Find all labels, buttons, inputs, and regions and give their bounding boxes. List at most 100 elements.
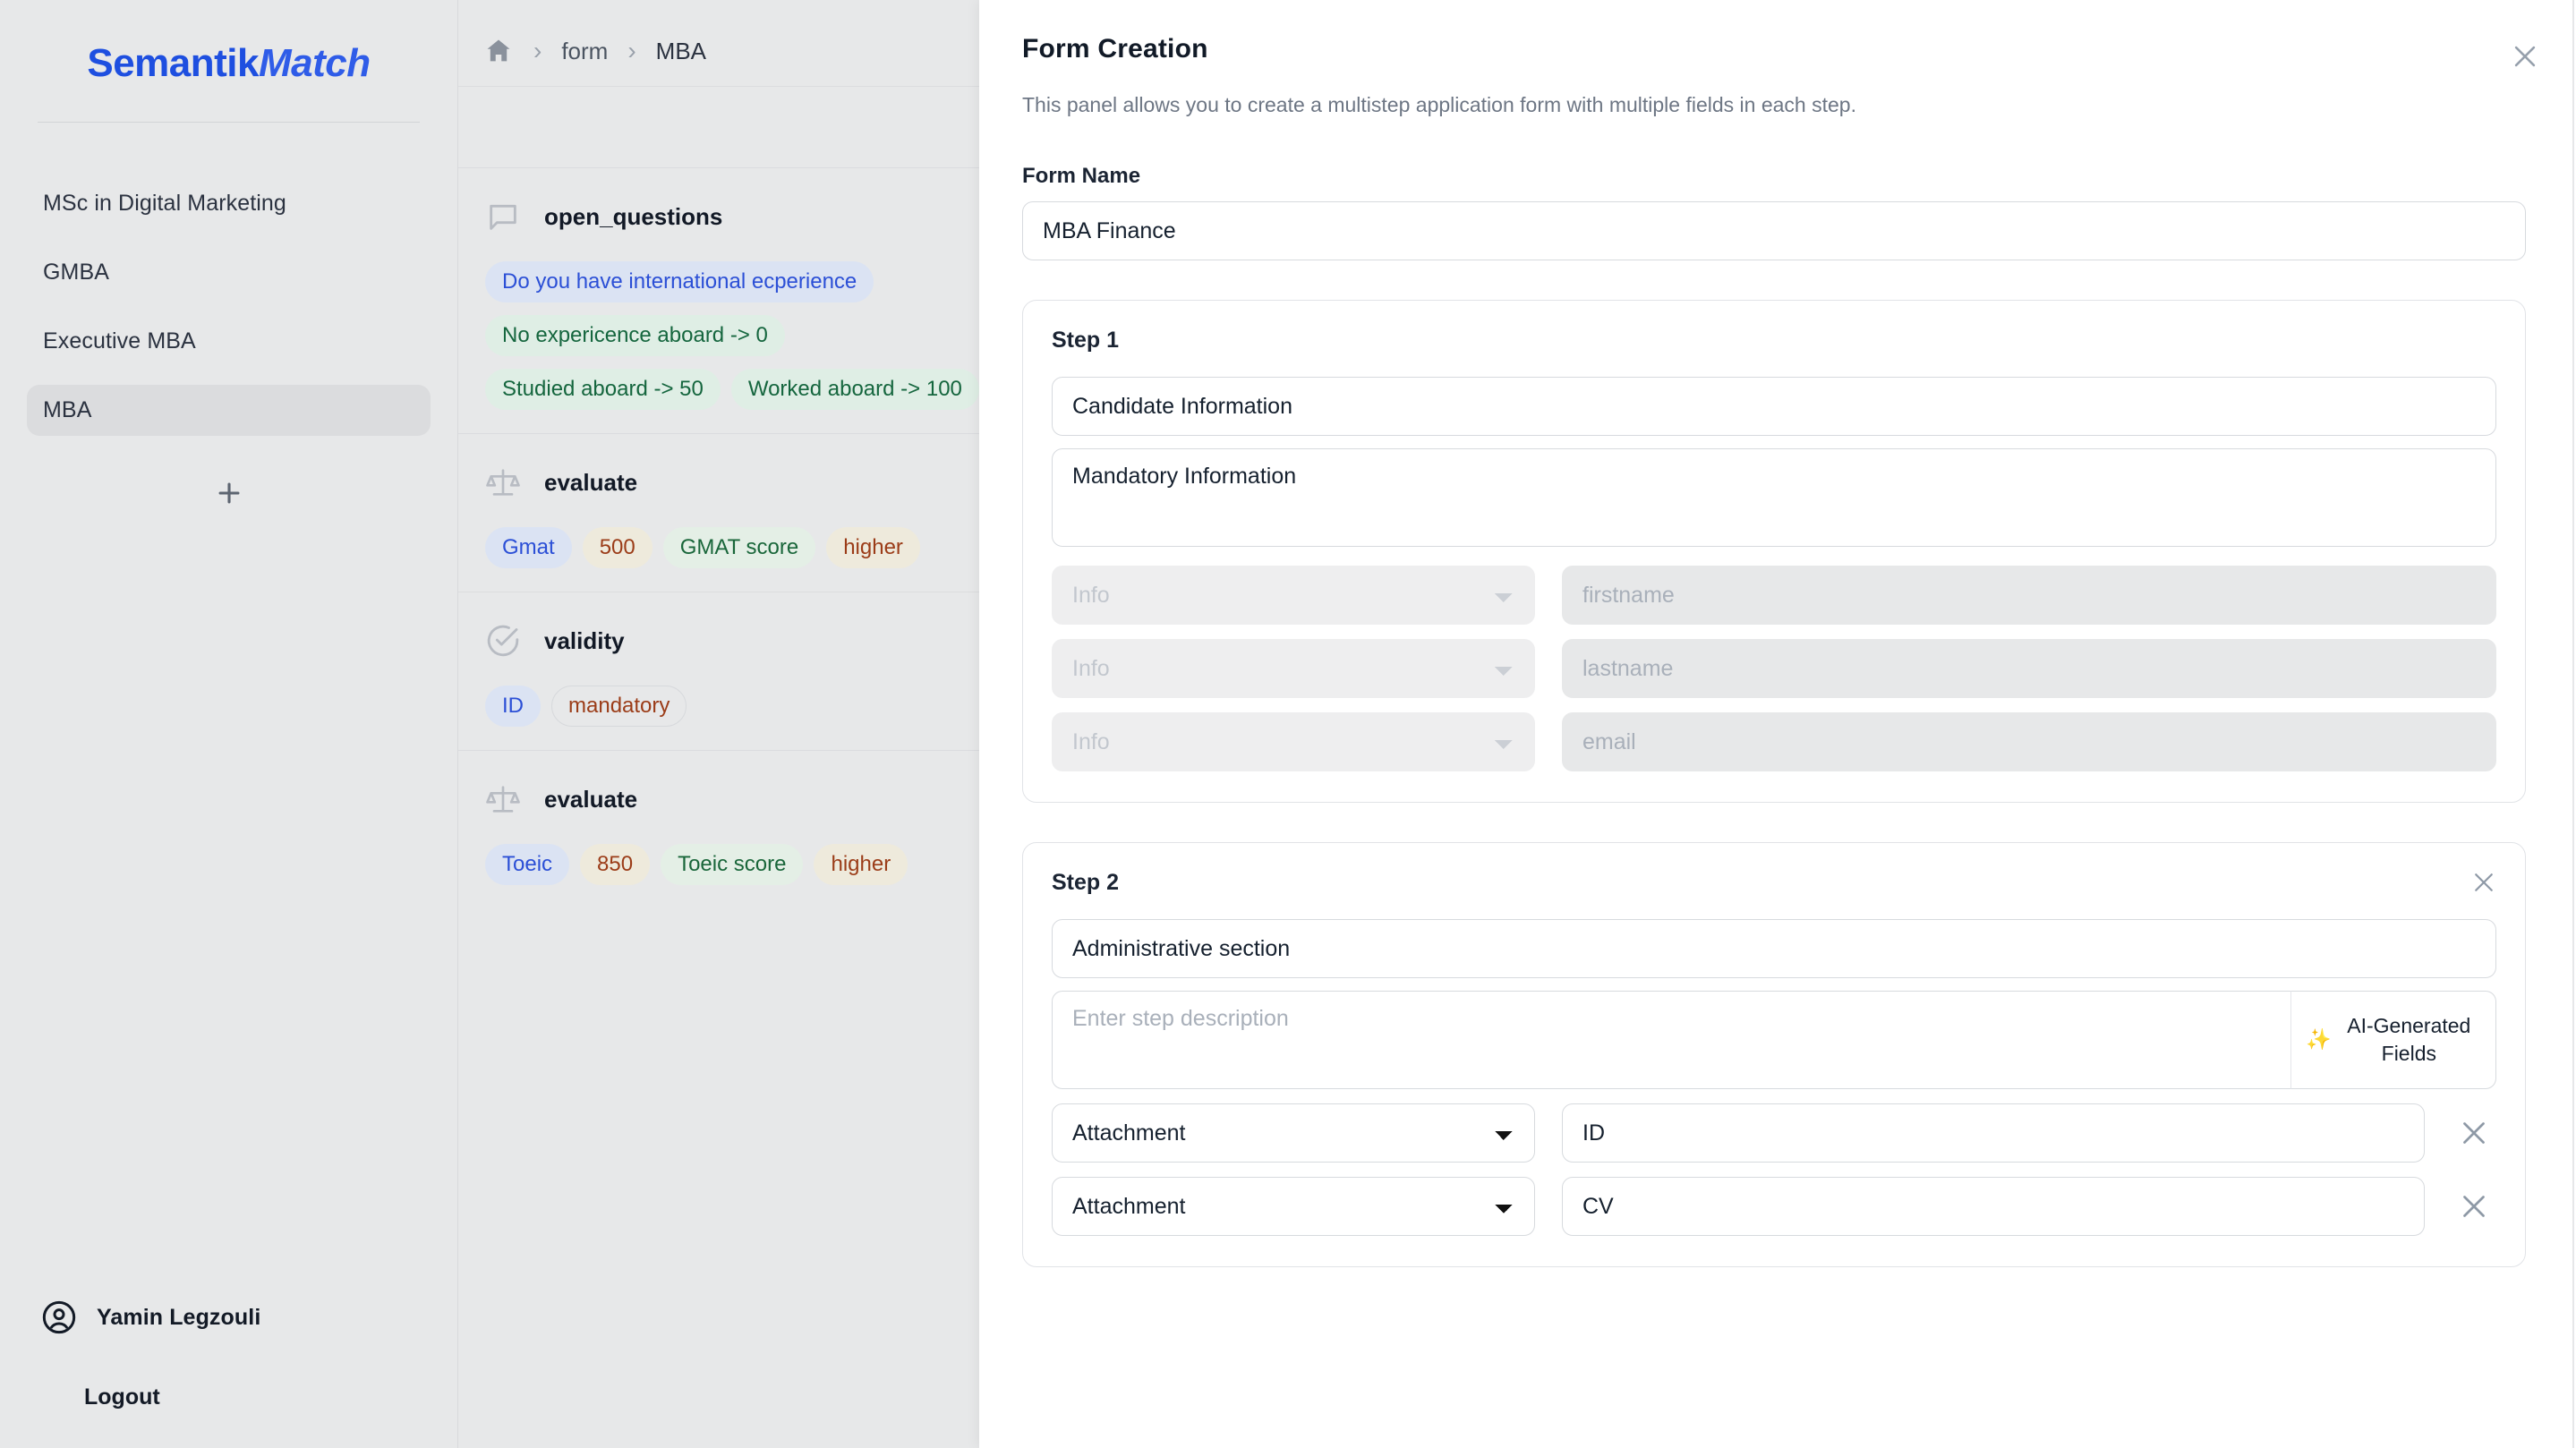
chip-direction[interactable]: higher <box>826 527 920 568</box>
field-row: Info <box>1052 566 2496 625</box>
scales-icon <box>485 781 521 817</box>
ai-generated-fields-button[interactable]: ✨ AI-Generated Fields <box>2290 991 2496 1089</box>
field-type-select: Info <box>1052 712 1535 771</box>
field-name-cell <box>1562 639 2496 698</box>
sidebar-item-msc-digital-marketing[interactable]: MSc in Digital Marketing <box>27 178 431 229</box>
panel-scrollbar[interactable] <box>2565 0 2574 1448</box>
chip-label[interactable]: Toeic score <box>661 844 804 885</box>
chip-value[interactable]: 500 <box>582 527 653 568</box>
field-remove-button[interactable] <box>2458 1117 2490 1149</box>
field-type-cell: Info <box>1052 566 1535 625</box>
panel-subtitle: This panel allows you to create a multis… <box>1022 93 1856 116</box>
field-type-cell: Info <box>1052 639 1535 698</box>
chip-answer[interactable]: Worked aboard -> 100 <box>730 369 979 410</box>
step-description-textarea[interactable]: Mandatory Information <box>1052 448 2496 547</box>
field-row: Info <box>1052 639 2496 698</box>
step-title: Step 1 <box>1052 328 1120 353</box>
logout-button[interactable]: Logout <box>84 1384 160 1410</box>
sparkles-icon: ✨ <box>2306 1027 2332 1052</box>
step-name-input[interactable] <box>1052 377 2496 436</box>
field-name-cell <box>1562 712 2496 771</box>
brand-logo-text: SemantikMatch <box>0 41 457 86</box>
sidebar-item-executive-mba[interactable]: Executive MBA <box>27 316 431 367</box>
step-remove-button[interactable] <box>2466 866 2502 902</box>
close-icon <box>2510 41 2540 76</box>
chip-direction[interactable]: higher <box>814 844 908 885</box>
scales-icon <box>485 464 521 500</box>
section-title: evaluate <box>544 785 638 813</box>
chip-requirement[interactable]: mandatory <box>551 686 687 727</box>
field-type-cell: Info <box>1052 712 1535 771</box>
sidebar-item-gmba[interactable]: GMBA <box>27 247 431 298</box>
field-name-input[interactable] <box>1562 1103 2425 1163</box>
field-remove-cell <box>2452 1190 2496 1222</box>
form-creation-panel: Form Creation This panel allows you to c… <box>979 0 2576 1448</box>
chip-metric[interactable]: Toeic <box>485 844 570 885</box>
field-type-cell: Attachment <box>1052 1177 1535 1236</box>
scrollbar-track <box>2572 0 2574 1448</box>
add-program-button[interactable] <box>195 461 263 529</box>
field-name-cell <box>1562 566 2496 625</box>
step-description-row: ✨ AI-Generated Fields <box>1052 991 2496 1089</box>
chip-question[interactable]: Do you have international ecperience <box>485 261 874 302</box>
field-row: Attachment <box>1052 1103 2496 1163</box>
brand-logo-part1: Semantik <box>87 41 259 85</box>
field-name-input <box>1562 639 2496 698</box>
step-card-2: Step 2 ✨ AI-Generated Fields Attachment <box>1022 842 2526 1267</box>
field-remove-cell <box>2452 1117 2496 1149</box>
field-row: Info <box>1052 712 2496 771</box>
breadcrumb-separator-2: › <box>627 37 636 64</box>
section-title: open_questions <box>544 202 723 230</box>
user-name: Yamin Legzouli <box>97 1304 261 1330</box>
panel-title: Form Creation <box>1022 34 1208 64</box>
section-title: validity <box>544 626 625 654</box>
app-root: SemantikMatch MSc in Digital Marketing G… <box>0 0 2576 1448</box>
field-type-select[interactable]: Attachment <box>1052 1177 1535 1236</box>
sidebar: SemantikMatch MSc in Digital Marketing G… <box>0 0 458 1448</box>
home-icon[interactable] <box>483 36 514 66</box>
chip-metric[interactable]: Gmat <box>485 527 572 568</box>
field-type-select: Info <box>1052 566 1535 625</box>
chip-value[interactable]: 850 <box>580 844 651 885</box>
field-name-cell <box>1562 1177 2425 1236</box>
field-name-input[interactable] <box>1562 1177 2425 1236</box>
form-name-label: Form Name <box>1022 164 1141 188</box>
chat-icon <box>485 199 521 234</box>
chip-answer[interactable]: No expericence aboard -> 0 <box>485 315 785 356</box>
chip-field[interactable]: ID <box>485 686 541 727</box>
brand-logo-part2: Match <box>259 41 371 85</box>
user-block: Yamin Legzouli <box>0 1299 457 1335</box>
field-type-select: Info <box>1052 639 1535 698</box>
logout-wrap: Logout <box>0 1384 457 1410</box>
panel-inner: Form Creation This panel allows you to c… <box>979 0 2576 1448</box>
user-profile[interactable]: Yamin Legzouli <box>41 1299 416 1335</box>
field-type-cell: Attachment <box>1052 1103 1535 1163</box>
step-description-textarea[interactable] <box>1052 991 2290 1089</box>
field-name-input <box>1562 566 2496 625</box>
chip-label[interactable]: GMAT score <box>662 527 816 568</box>
sidebar-nav: MSc in Digital Marketing GMBA Executive … <box>0 178 457 436</box>
chip-answer[interactable]: Studied aboard -> 50 <box>485 369 721 410</box>
close-icon <box>2470 869 2497 900</box>
sidebar-divider <box>38 122 420 123</box>
field-remove-button[interactable] <box>2458 1190 2490 1222</box>
step-title: Step 2 <box>1052 870 1120 895</box>
step-name-input[interactable] <box>1052 919 2496 978</box>
field-row: Attachment <box>1052 1177 2496 1236</box>
step-card-1: Step 1 Mandatory Information Info <box>1022 300 2526 803</box>
plus-icon <box>214 478 244 513</box>
form-name-input[interactable] <box>1022 201 2526 260</box>
close-icon <box>2463 1122 2485 1144</box>
field-type-select[interactable]: Attachment <box>1052 1103 1535 1163</box>
section-title: evaluate <box>544 468 638 496</box>
breadcrumb-item-form[interactable]: form <box>561 38 608 65</box>
field-name-input <box>1562 712 2496 771</box>
check-circle-icon <box>485 623 521 659</box>
sidebar-item-mba[interactable]: MBA <box>27 385 431 436</box>
brand-logo: SemantikMatch <box>0 0 457 86</box>
breadcrumb-item-mba[interactable]: MBA <box>656 38 706 65</box>
panel-close-button[interactable] <box>2504 38 2546 79</box>
close-icon <box>2463 1196 2485 1217</box>
ai-generated-fields-label: AI-Generated Fields <box>2347 1013 2471 1065</box>
field-name-cell <box>1562 1103 2425 1163</box>
